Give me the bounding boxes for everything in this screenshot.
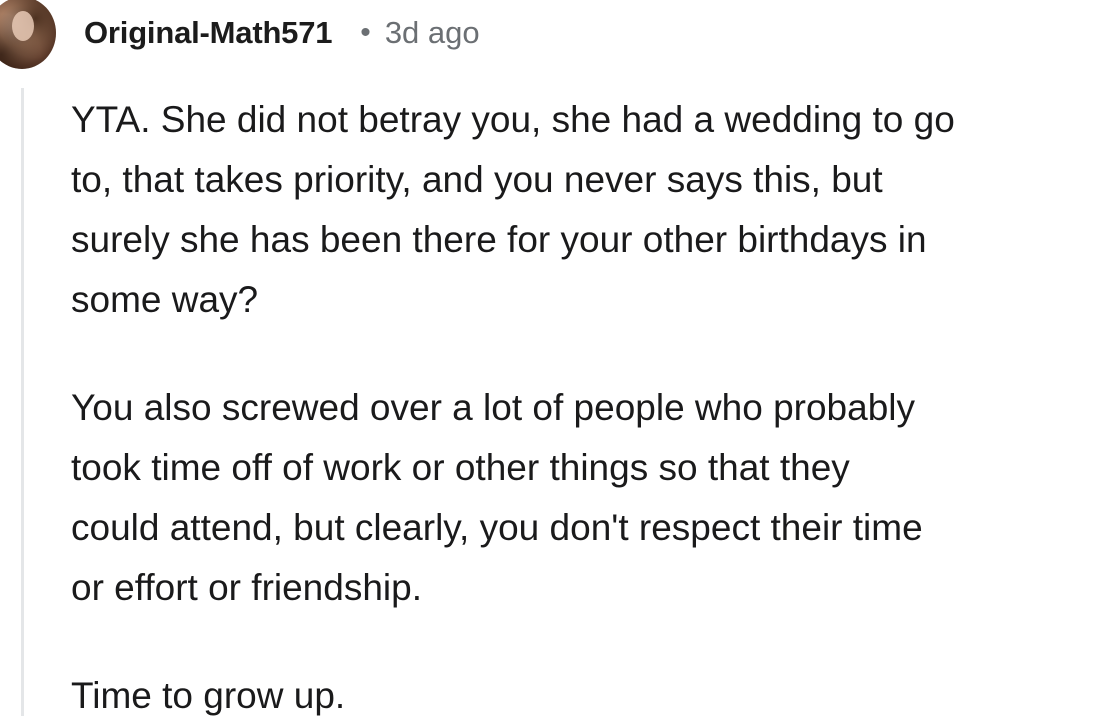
comment-header: Original-Math571 • 3d ago [84,8,480,58]
text-line: Time to grow up. [71,675,346,716]
text-line: surely she has been there for your other… [71,219,927,260]
comment-paragraph: You also screwed over a lot of people wh… [71,378,1107,618]
text-line: to, that takes priority, and you never s… [71,159,883,200]
text-line: YTA. She did not betray you, she had a w… [71,99,955,140]
comment-timestamp[interactable]: 3d ago [385,15,480,51]
text-line: or effort or friendship. [71,567,422,608]
text-line: could attend, but clearly, you don't res… [71,507,923,548]
thread-collapse-line[interactable] [21,88,24,716]
text-line: took time off of work or other things so… [71,447,850,488]
comment: Original-Math571 • 3d ago YTA. She did n… [0,0,1107,716]
user-avatar[interactable] [0,0,56,69]
meta-separator: • [360,16,371,49]
avatar-face [12,11,34,41]
comment-paragraph: Time to grow up. [71,666,1107,726]
text-line: some way? [71,279,259,320]
text-line: You also screwed over a lot of people wh… [71,387,916,428]
comment-body: YTA. She did not betray you, she had a w… [71,90,1107,726]
comment-paragraph: YTA. She did not betray you, she had a w… [71,90,1107,330]
author-username[interactable]: Original-Math571 [84,15,332,51]
